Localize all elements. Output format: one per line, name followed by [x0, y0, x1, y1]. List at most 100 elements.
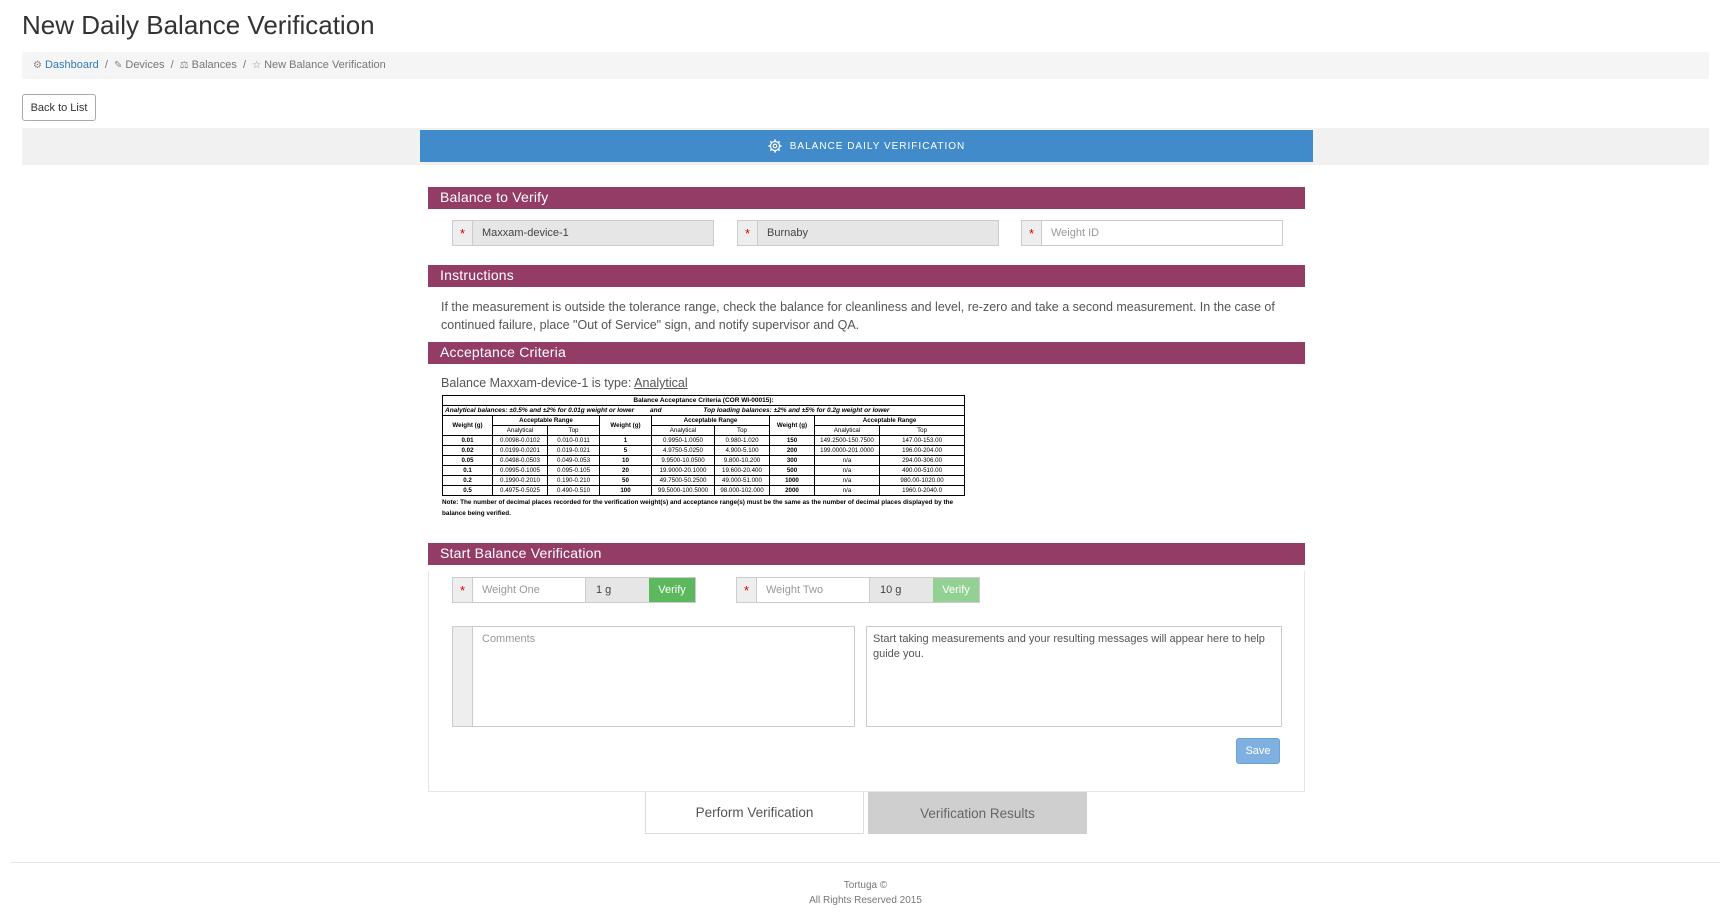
dashboard-icon: ⚙	[33, 60, 42, 71]
required-marker: *	[453, 221, 473, 245]
criteria-cell: 149.2500-150.7500	[814, 435, 880, 446]
criteria-cell: 9.800-10.200	[714, 455, 770, 466]
header-weight: Weight (g)	[769, 415, 815, 436]
criteria-cell: 0.010-0.011	[547, 435, 600, 446]
weight-one-input[interactable]: Weight One	[473, 578, 585, 602]
save-button[interactable]: Save	[1236, 738, 1280, 764]
criteria-cell: 99.5000-100.5000	[651, 485, 715, 496]
weight-one-group: * Weight One 1 g Verify	[452, 577, 696, 603]
header-analytical: Analytical	[814, 425, 880, 436]
acceptance-criteria-table: Balance Acceptance Criteria (COR WI-0001…	[441, 395, 966, 519]
criteria-cell: 19.600-20.400	[714, 465, 770, 476]
weight-id-placeholder: Weight ID	[1051, 227, 1100, 239]
required-marker: *	[737, 578, 757, 602]
criteria-cell: 4.9750-5.0250	[651, 445, 715, 456]
header-range: Acceptable Range	[651, 415, 770, 426]
criteria-cell: n/a	[814, 475, 880, 486]
header-top: Top	[547, 425, 600, 436]
section-acceptance-criteria: Acceptance Criteria	[428, 342, 1305, 364]
balance-type-prefix: Balance Maxxam-device-1 is type:	[441, 376, 632, 390]
weight-id-input[interactable]: * Weight ID	[1021, 220, 1283, 246]
criteria-row: 0.02 0.0199-0.0201 0.019-0.021 5 4.9750-5.02…	[442, 445, 966, 456]
comments-addon	[453, 627, 473, 726]
breadcrumb-dashboard[interactable]: Dashboard	[45, 59, 99, 71]
breadcrumb-separator: /	[104, 59, 108, 71]
criteria-row: 0.2 0.1990-0.2010 0.190-0.210 50 49.7500-50.…	[442, 475, 966, 486]
criteria-cell: 0.05	[442, 455, 493, 466]
location-value: Burnaby	[758, 221, 998, 245]
table-note: Note: The number of decimal places recor…	[442, 499, 954, 517]
header-top: Top	[714, 425, 770, 436]
breadcrumb-separator: /	[170, 59, 174, 71]
criteria-cell: 500	[769, 465, 815, 476]
header-weight: Weight (g)	[442, 415, 493, 436]
breadcrumb-separator: /	[242, 59, 247, 71]
required-marker: *	[1022, 221, 1042, 245]
comments-textarea[interactable]: Comments	[452, 626, 855, 727]
criteria-cell: 19.9000-20.1000	[651, 465, 715, 476]
criteria-cell: 1000	[769, 475, 815, 486]
criteria-row: 0.5 0.4975-0.5025 0.490-0.510 100 99.5000-10…	[442, 485, 966, 496]
footer-copyright: Tortuga ©	[843, 880, 888, 891]
tab-perform-verification[interactable]: Perform Verification	[645, 792, 864, 834]
criteria-cell: 196.00-204.00	[878, 445, 966, 456]
criteria-cell: 98.000-102.000	[714, 485, 770, 496]
criteria-cell: 20	[599, 465, 652, 476]
criteria-cell: 980.00-1020.00	[878, 475, 966, 486]
device-field[interactable]: * Maxxam-device-1	[452, 220, 714, 246]
criteria-cell: 0.0098-0.0102	[492, 435, 548, 446]
criteria-cell: 0.0498-0.0503	[492, 455, 548, 466]
tab-verification-results[interactable]: Verification Results	[868, 792, 1087, 834]
messages-box: Start taking measurements and your resul…	[866, 626, 1282, 727]
weight-two-input[interactable]: Weight Two	[757, 578, 869, 602]
criteria-cell: 49.7500-50.2500	[651, 475, 715, 486]
verify-weight-one-button[interactable]: Verify	[649, 578, 695, 602]
criteria-cell: 0.095-0.105	[547, 465, 600, 476]
header-range: Acceptable Range	[492, 415, 600, 426]
header-top: Top	[878, 425, 966, 436]
breadcrumb-current: New Balance Verification	[264, 59, 386, 71]
back-to-list-button[interactable]: Back to List	[22, 94, 96, 121]
section-balance-to-verify: Balance to Verify	[428, 187, 1305, 209]
section-start-verification: Start Balance Verification	[428, 543, 1305, 565]
criteria-cell: 0.0199-0.0201	[492, 445, 548, 456]
verify-weight-two-button[interactable]: Verify	[933, 578, 979, 602]
comments-placeholder: Comments	[482, 633, 536, 645]
table-caption: Balance Acceptance Criteria (COR WI-0001…	[441, 395, 966, 406]
criteria-cell: 49.000-51.000	[714, 475, 770, 486]
criteria-cell: 100	[599, 485, 652, 496]
device-value: Maxxam-device-1	[473, 221, 713, 245]
criteria-cell: n/a	[814, 465, 880, 476]
criteria-cell: 9.9500-10.0500	[651, 455, 715, 466]
tab-label: BALANCE DAILY VERIFICATION	[789, 140, 966, 152]
criteria-cell: 0.980-1.020	[714, 435, 770, 446]
criteria-cell: 199.0000-201.0000	[814, 445, 880, 456]
instructions-text: If the measurement is outside the tolera…	[441, 300, 1275, 332]
footer-rights: All Rights Reserved 2015	[809, 895, 922, 906]
criteria-cell: 200	[769, 445, 815, 456]
criteria-row: 0.01 0.0098-0.0102 0.010-0.011 1 0.9950-1.00…	[442, 435, 966, 446]
location-field[interactable]: * Burnaby	[737, 220, 999, 246]
criteria-cell: 0.01	[442, 435, 493, 446]
criteria-cell: 490.00-510.00	[878, 465, 966, 476]
criteria-cell: 0.1	[442, 465, 493, 476]
breadcrumb-devices: Devices	[125, 59, 165, 71]
criteria-cell: 0.019-0.021	[547, 445, 600, 456]
header-weight: Weight (g)	[599, 415, 652, 436]
criteria-cell: 0.0995-0.1005	[492, 465, 548, 476]
header-analytical: Analytical	[492, 425, 548, 436]
header-range: Acceptable Range	[813, 415, 966, 426]
balance-type-line: Balance Maxxam-device-1 is type: Analyti…	[441, 376, 688, 390]
header-analytical: Analytical	[651, 425, 715, 436]
section-instructions: Instructions	[428, 265, 1305, 287]
criteria-cell: 1960.0-2040.0	[878, 485, 966, 496]
balance-type-link[interactable]: Analytical	[634, 376, 688, 390]
gear-icon	[768, 139, 782, 153]
tab-balance-daily-verification[interactable]: BALANCE DAILY VERIFICATION	[420, 130, 1313, 162]
weight-one-unit: 1 g	[585, 578, 649, 602]
weight-two-group: * Weight Two 10 g Verify	[736, 577, 980, 603]
star-icon: ☆	[252, 60, 262, 71]
criteria-cell: n/a	[814, 455, 880, 466]
criteria-cell: 4.900-5.100	[714, 445, 770, 456]
footer: Tortuga © All Rights Reserved 2015	[0, 878, 1731, 908]
